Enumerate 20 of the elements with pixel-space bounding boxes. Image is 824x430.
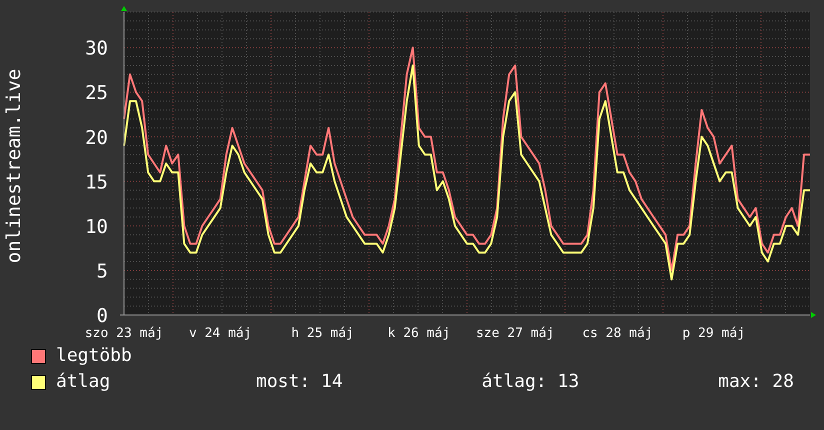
x-tick-label: szo 23 máj xyxy=(84,326,164,341)
y-tick-label: 10 xyxy=(85,216,108,238)
y-axis-title: onlinestream.live xyxy=(3,68,25,264)
y-tick-label: 30 xyxy=(85,38,108,60)
stat-value: most: 14 xyxy=(256,371,343,393)
x-tick-label: k 26 máj xyxy=(388,326,450,341)
y-tick-label: 20 xyxy=(85,126,108,149)
x-tick-label: h 25 máj xyxy=(291,326,354,341)
y-tick-label: 15 xyxy=(85,171,108,194)
stat-value: max: 28 xyxy=(718,371,794,393)
x-tick-label: p 29 máj xyxy=(682,326,746,341)
x-tick-label: cs 28 máj xyxy=(582,326,653,341)
x-tick-label: sze 27 máj xyxy=(476,326,554,341)
x-tick-label: v 24 máj xyxy=(188,326,252,341)
y-tick-label: 5 xyxy=(96,260,108,282)
legend-label: átlag xyxy=(56,371,112,393)
stat-value: átlag: 13 xyxy=(482,371,580,393)
y-tick-label: 25 xyxy=(85,82,108,104)
y-tick-label: 0 xyxy=(96,305,108,327)
legend-label: legtöbb xyxy=(56,345,133,367)
